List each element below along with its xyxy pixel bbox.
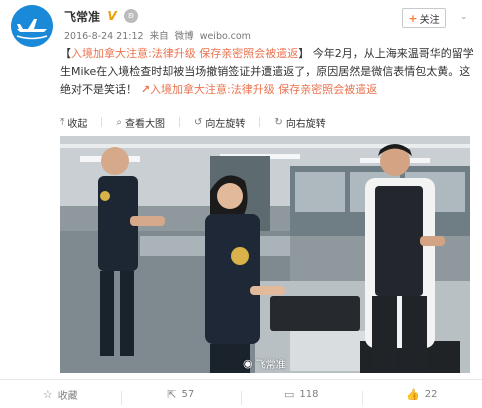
- rotate-left-button[interactable]: ↺ 向左旋转: [194, 115, 245, 130]
- verified-icon: V: [107, 9, 117, 23]
- divider: [179, 117, 181, 127]
- article-link[interactable]: 入境加拿大注意:法律升级 保存亲密照会被遣返: [150, 83, 377, 96]
- headline-close: 】: [298, 47, 310, 60]
- rotate-left-label: 向左旋转: [205, 118, 246, 130]
- favorite-button[interactable]: ☆ 收藏: [0, 387, 121, 402]
- view-large-button[interactable]: ⌕ 查看大图: [116, 115, 165, 130]
- repost-count: 57: [181, 388, 195, 400]
- follow-button[interactable]: + 关注: [402, 8, 446, 28]
- picture-toolbar: ⤒ 收起 ⌕ 查看大图 ↺ 向左旋转 ↻ 向右旋转: [60, 112, 482, 132]
- headline-open: 【: [60, 47, 71, 60]
- collapse-icon: ⤒: [60, 116, 65, 128]
- star-icon: ☆: [42, 387, 53, 401]
- thumbs-up-icon: 👍: [406, 387, 420, 401]
- link-icon: ↗: [137, 83, 151, 96]
- comment-button[interactable]: ▭ 118: [241, 387, 362, 405]
- post-meta: 2016-8-24 21:12 来自 微博 weibo.com: [64, 28, 254, 42]
- repost-button[interactable]: ⇱ 57: [120, 387, 242, 405]
- weibo-logo-icon: ◉: [243, 357, 253, 370]
- magnifier-icon: ⌕: [116, 116, 123, 128]
- repost-icon: ⇱: [167, 387, 177, 401]
- photo-watermark: ◉ 飞常准: [243, 356, 286, 371]
- like-count: 22: [424, 388, 438, 400]
- timestamp[interactable]: 2016-8-24 21:12: [64, 31, 144, 42]
- rotate-right-icon: ↻: [274, 116, 283, 128]
- view-large-label: 查看大图: [125, 118, 166, 130]
- watermark-text: 飞常准: [255, 360, 286, 371]
- chevron-down-icon[interactable]: ⌄: [460, 12, 470, 22]
- post-text: 【入境加拿大注意:法律升级 保存亲密照会被遣返】 今年2月，从上海来温哥华的留学…: [60, 45, 475, 99]
- headline-link[interactable]: 入境加拿大注意:法律升级 保存亲密照会被遣返: [71, 47, 298, 60]
- source-url[interactable]: weibo.com: [200, 31, 251, 42]
- avatar[interactable]: [11, 5, 53, 47]
- rotate-right-label: 向右旋转: [285, 118, 326, 130]
- rotate-right-button[interactable]: ↻ 向右旋转: [274, 115, 325, 130]
- name-row: 飞常准 V ʚ: [64, 6, 139, 26]
- favorite-label: 收藏: [57, 390, 78, 402]
- follow-plus-icon: +: [408, 11, 418, 25]
- collapse-button[interactable]: ⤒ 收起: [60, 115, 87, 130]
- member-badge-icon: ʚ: [124, 9, 139, 23]
- comment-icon: ▭: [284, 387, 295, 401]
- rotate-left-icon: ↺: [194, 116, 203, 128]
- action-bar: ☆ 收藏 ⇱ 57 ▭ 118 👍 22: [0, 379, 482, 408]
- source-prefix: 来自: [149, 31, 169, 42]
- username[interactable]: 飞常准: [64, 8, 100, 25]
- collapse-label: 收起: [67, 118, 88, 130]
- comment-count: 118: [299, 388, 319, 400]
- follow-label: 关注: [419, 14, 440, 26]
- source-name[interactable]: 微博: [175, 31, 194, 42]
- airplane-logo-icon: [11, 5, 53, 47]
- divider: [259, 117, 261, 127]
- post-header: 飞常准 V ʚ 2016-8-24 21:12 来自 微博 weibo.com …: [0, 0, 482, 47]
- post-photo[interactable]: ◉ 飞常准: [60, 136, 470, 373]
- like-button[interactable]: 👍 22: [361, 387, 482, 405]
- airport-inspection-scene: [60, 136, 470, 373]
- divider: [101, 117, 103, 127]
